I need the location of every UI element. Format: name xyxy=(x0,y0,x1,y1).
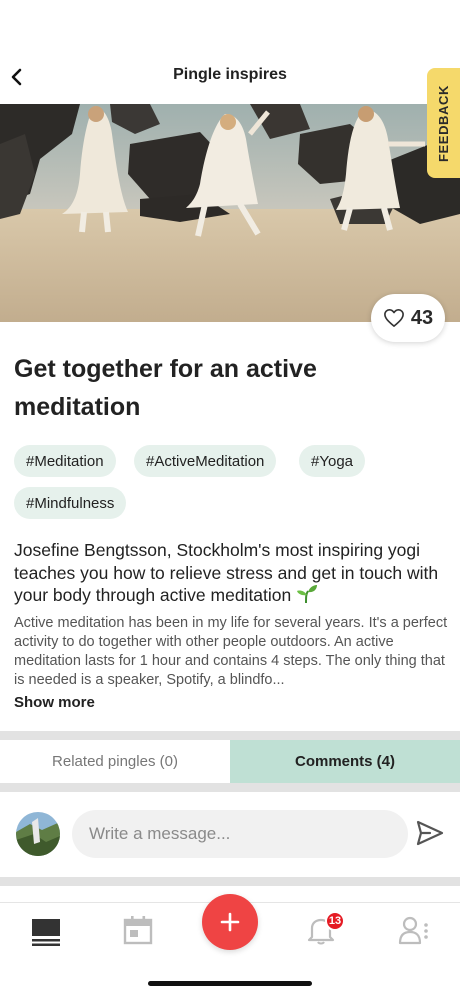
calendar-icon xyxy=(123,916,153,945)
post-lead: Josefine Bengtsson, Stockholm's most ins… xyxy=(14,539,450,607)
avatar xyxy=(16,812,60,856)
hero-image xyxy=(0,104,460,322)
send-icon xyxy=(416,820,444,846)
seedling-icon xyxy=(297,585,318,604)
feed-icon xyxy=(32,919,60,946)
send-button[interactable] xyxy=(416,820,446,848)
like-count: 43 xyxy=(410,306,434,329)
tag-mindfulness[interactable]: #Mindfulness xyxy=(14,487,127,519)
tab-related-pingles[interactable]: Related pingles (0) xyxy=(0,740,230,783)
nav-calendar[interactable] xyxy=(123,915,153,950)
divider xyxy=(0,877,460,886)
like-button[interactable]: 43 xyxy=(371,294,445,342)
add-button[interactable] xyxy=(202,894,258,950)
top-bar xyxy=(0,0,460,104)
feedback-label: FEEDBACK xyxy=(436,84,451,162)
heart-outline-icon xyxy=(383,309,404,327)
tag-yoga[interactable]: #Yoga xyxy=(299,445,365,477)
nav-profile[interactable] xyxy=(398,915,430,950)
home-indicator xyxy=(148,981,312,986)
show-more-link[interactable]: Show more xyxy=(14,694,95,711)
add-icon xyxy=(220,912,240,932)
comment-input[interactable] xyxy=(72,810,408,858)
divider xyxy=(0,731,460,740)
divider xyxy=(0,783,460,792)
nav-feed[interactable] xyxy=(31,918,61,951)
tag-meditation[interactable]: #Meditation xyxy=(14,445,116,477)
feedback-tab[interactable]: FEEDBACK xyxy=(427,68,460,178)
post-headline: Get together for an active meditation xyxy=(14,355,317,421)
post-lead-text: Josefine Bengtsson, Stockholm's most ins… xyxy=(14,540,439,605)
notification-badge: 13 xyxy=(325,911,345,931)
tab-comments[interactable]: Comments (4) xyxy=(230,740,460,783)
profile-icon xyxy=(398,916,428,945)
tag-active-meditation[interactable]: #ActiveMeditation xyxy=(134,445,277,477)
post-body: Active meditation has been in my life fo… xyxy=(14,615,448,688)
page-title: Pingle inspires xyxy=(173,66,287,83)
